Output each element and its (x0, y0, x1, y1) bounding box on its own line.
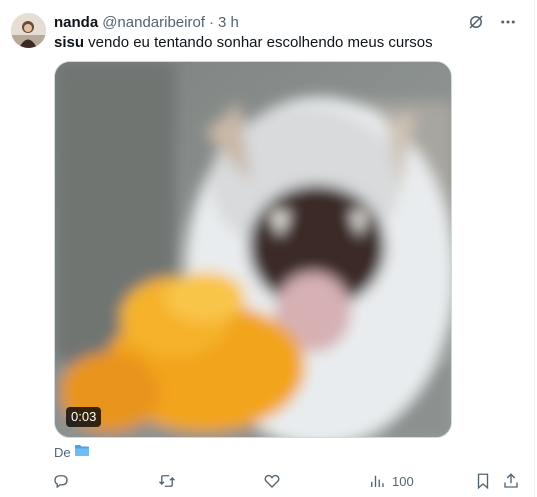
tweet-top-actions (466, 12, 518, 32)
source-label: De (54, 444, 71, 460)
separator-dot: · (208, 13, 214, 31)
share-button[interactable] (502, 469, 520, 493)
heart-icon (264, 474, 280, 488)
tweet-text: sisu vendo eu tentando sonhar escolhendo… (54, 33, 433, 53)
tweet-header: nanda @nandaribeirof · 3 h (54, 12, 239, 32)
views-count: 100 (392, 473, 414, 489)
tweet-actions: 100 (52, 469, 522, 493)
grok-icon[interactable] (466, 12, 486, 32)
tweet-text-bold: sisu (54, 34, 85, 51)
avatar[interactable] (11, 13, 46, 48)
source-attribution[interactable]: De (54, 444, 90, 460)
like-button[interactable] (263, 469, 287, 493)
video-player[interactable]: 0:03 (54, 61, 452, 438)
bookmark-button[interactable] (474, 469, 492, 493)
reply-icon (54, 475, 68, 489)
tweet-text-body: vendo eu tentando sonhar escolhendo meus… (84, 34, 433, 51)
folder-icon (74, 444, 90, 460)
tweet-card[interactable]: nanda @nandaribeirof · 3 h sisu vendo eu… (0, 0, 535, 497)
views-chart-icon (371, 475, 384, 487)
views-button[interactable]: 100 (368, 469, 414, 493)
video-duration: 0:03 (66, 407, 102, 427)
more-options-icon[interactable] (498, 12, 518, 32)
author-name[interactable]: nanda (54, 14, 98, 31)
timestamp[interactable]: 3 h (218, 14, 239, 31)
retweet-button[interactable] (158, 469, 182, 493)
share-icon (504, 473, 518, 488)
reply-button[interactable] (52, 469, 76, 493)
video-thumbnail (55, 62, 451, 437)
author-handle[interactable]: @nandaribeirof (102, 14, 205, 31)
retweet-icon (159, 475, 175, 487)
bookmark-icon (477, 473, 489, 490)
